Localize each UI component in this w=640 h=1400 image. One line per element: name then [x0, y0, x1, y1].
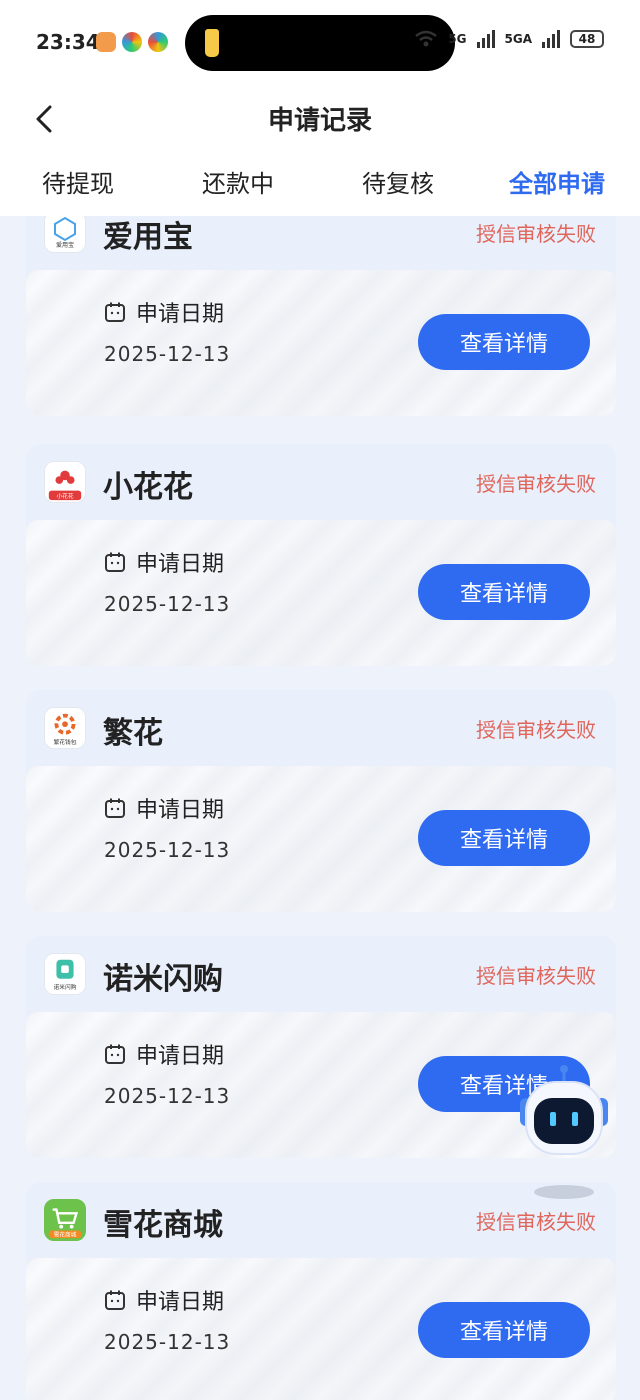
app-logo-icon: 繁花钱包 — [44, 707, 86, 749]
network-label-a: 5G — [448, 32, 467, 46]
application-list[interactable]: 爱用宝 爱用宝 授信审核失败 申请日期 2025-12-13 查看详情 小花花 … — [26, 216, 616, 1400]
status-badge: 授信审核失败 — [476, 964, 596, 988]
calendar-icon — [105, 798, 125, 818]
app-name: 小花花 — [103, 470, 193, 505]
application-card: 小花花 小花花 授信审核失败 申请日期 2025-12-13 查看详情 — [26, 444, 616, 666]
assistant-robot-button[interactable] — [516, 1062, 612, 1202]
status-time: 23:34 — [36, 30, 100, 54]
svg-text:繁花钱包: 繁花钱包 — [54, 738, 77, 746]
tab-bar: 待提现 还款中 待复核 全部申请 — [0, 164, 640, 204]
application-card: 爱用宝 爱用宝 授信审核失败 申请日期 2025-12-13 查看详情 — [26, 216, 616, 416]
heart-app-icon — [96, 32, 116, 52]
application-card: 雪花商城 雪花商城 授信审核失败 申请日期 2025-12-13 查看详情 — [26, 1182, 616, 1400]
application-date: 2025-12-13 — [104, 838, 231, 862]
wifi-icon — [415, 30, 438, 47]
app-name: 爱用宝 — [103, 220, 193, 255]
application-date: 2025-12-13 — [104, 1330, 231, 1354]
date-label: 申请日期 — [136, 552, 225, 577]
app-logo-icon: 爱用宝 — [44, 216, 86, 253]
colorful-app-icon-2 — [148, 32, 168, 52]
status-badge: 授信审核失败 — [476, 1210, 596, 1234]
robot-icon — [520, 1065, 608, 1199]
tab-all-applications[interactable]: 全部申请 — [509, 164, 605, 199]
calendar-icon — [105, 552, 125, 572]
calendar-icon — [105, 1290, 125, 1310]
page-header: 申请记录 待提现 还款中 待复核 全部申请 — [0, 86, 640, 216]
date-label: 申请日期 — [136, 1290, 225, 1315]
page-title: 申请记录 — [267, 106, 372, 136]
status-indicators: 5G 5GA 48 — [414, 30, 604, 48]
svg-text:诺米闪购: 诺米闪购 — [54, 983, 77, 991]
status-badge: 授信审核失败 — [476, 222, 596, 246]
flashlight-icon — [205, 29, 219, 57]
status-app-icons — [96, 32, 168, 52]
svg-text:雪花商城: 雪花商城 — [54, 1231, 77, 1239]
status-badge: 授信审核失败 — [476, 472, 596, 496]
status-badge: 授信审核失败 — [476, 718, 596, 742]
view-details-button[interactable]: 查看详情 — [418, 810, 590, 866]
svg-text:爱用宝: 爱用宝 — [56, 241, 74, 249]
app-name: 繁花 — [103, 716, 163, 751]
aiyongbao-logo-icon: 爱用宝 — [54, 216, 76, 249]
app-logo-icon: 小花花 — [44, 461, 86, 503]
card-body: 申请日期 2025-12-13 查看详情 — [26, 1258, 616, 1400]
colorful-app-icon — [122, 32, 142, 52]
calendar-icon — [105, 302, 125, 322]
app-logo-icon: 诺米闪购 — [44, 953, 86, 995]
battery-icon: 48 — [570, 30, 604, 48]
tab-repaying[interactable]: 还款中 — [202, 164, 274, 199]
date-label: 申请日期 — [136, 302, 225, 327]
view-details-button[interactable]: 查看详情 — [418, 564, 590, 620]
card-body: 申请日期 2025-12-13 查看详情 — [26, 270, 616, 416]
network-label-b: 5GA — [504, 32, 533, 46]
calendar-icon — [105, 1044, 125, 1064]
signal-icon-2 — [542, 30, 560, 48]
app-name: 诺米闪购 — [103, 962, 223, 997]
signal-icon — [476, 30, 495, 48]
application-date: 2025-12-13 — [104, 1084, 231, 1108]
date-label: 申请日期 — [136, 1044, 225, 1069]
card-header: 诺米闪购 诺米闪购 授信审核失败 — [26, 936, 616, 1012]
card-body: 申请日期 2025-12-13 查看详情 — [26, 520, 616, 666]
card-header: 小花花 小花花 授信审核失败 — [26, 444, 616, 520]
app-logo-icon: 雪花商城 — [44, 1199, 86, 1241]
application-date: 2025-12-13 — [104, 592, 231, 616]
status-bar: 23:34 5G 5GA 48 — [0, 0, 640, 86]
view-details-button[interactable]: 查看详情 — [418, 1302, 590, 1358]
application-date: 2025-12-13 — [104, 342, 231, 366]
fanhua-logo-icon: 繁花钱包 — [54, 713, 77, 746]
tab-pending-withdraw[interactable]: 待提现 — [42, 164, 114, 199]
svg-text:小花花: 小花花 — [56, 492, 73, 500]
nuomi-logo-icon: 诺米闪购 — [54, 959, 77, 991]
xiaohuahua-logo-icon: 小花花 — [48, 470, 82, 500]
card-header: 爱用宝 爱用宝 授信审核失败 — [26, 216, 616, 270]
card-header: 繁花钱包 繁花 授信审核失败 — [26, 690, 616, 766]
tab-pending-review[interactable]: 待复核 — [362, 164, 434, 199]
date-label: 申请日期 — [136, 798, 225, 823]
app-name: 雪花商城 — [103, 1208, 223, 1243]
view-details-button[interactable]: 查看详情 — [418, 314, 590, 370]
application-card: 繁花钱包 繁花 授信审核失败 申请日期 2025-12-13 查看详情 — [26, 690, 616, 912]
card-body: 申请日期 2025-12-13 查看详情 — [26, 766, 616, 912]
cart-logo-icon: 雪花商城 — [48, 1208, 82, 1239]
